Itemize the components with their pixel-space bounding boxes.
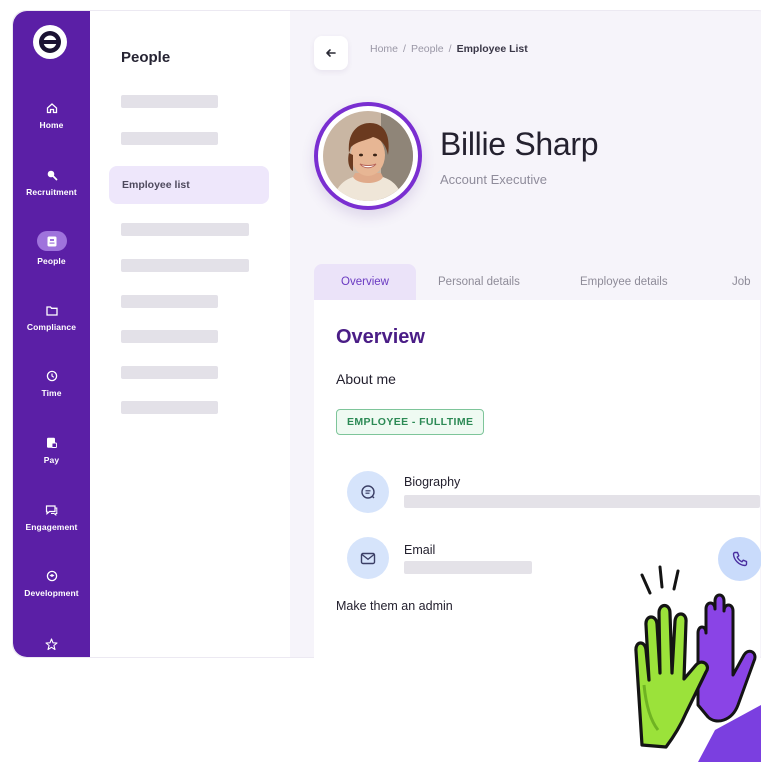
clock-icon (45, 369, 59, 383)
nav-time[interactable]: Time (13, 369, 90, 398)
high-five-hands-illustration (634, 565, 761, 762)
people-icon (36, 231, 67, 251)
home-icon (45, 101, 59, 115)
email-label: Email (404, 543, 436, 557)
biography-value-placeholder (404, 495, 760, 508)
nav-recruitment[interactable]: Recruitment (13, 168, 90, 197)
nav-home-label: Home (39, 120, 64, 130)
subnav-item-placeholder[interactable] (121, 223, 249, 236)
tab-employee-details[interactable]: Employee details (580, 264, 668, 300)
profile-name: Billie Sharp (440, 126, 599, 162)
chat-icon (45, 503, 59, 517)
avatar-photo (323, 111, 413, 201)
nav-pay-label: Pay (43, 455, 60, 465)
subnav-item-employee-list[interactable]: Employee list (109, 166, 269, 204)
app-logo[interactable] (33, 25, 67, 59)
breadcrumb-current: Employee List (456, 43, 528, 55)
nav-engagement-label: Engagement (25, 522, 78, 532)
arrow-left-icon (326, 49, 336, 57)
biography-icon (347, 471, 389, 513)
employment-type-badge: EMPLOYEE - FULLTIME (336, 409, 485, 435)
subnav-title: People (121, 49, 171, 66)
breadcrumb-home[interactable]: Home (370, 43, 398, 55)
biography-label: Biography (404, 475, 461, 489)
breadcrumb: Home / People / Employee List (370, 43, 528, 55)
nav-people-label: People (37, 256, 66, 266)
breadcrumb-people[interactable]: People (411, 43, 444, 55)
subnav-item-placeholder[interactable] (121, 366, 218, 379)
nav-people[interactable]: People (13, 231, 90, 266)
profile-role: Account Executive (440, 172, 547, 187)
tab-job[interactable]: Job (732, 264, 751, 300)
subnav-item-placeholder[interactable] (121, 330, 218, 343)
overview-title: Overview (336, 326, 425, 348)
nav-development[interactable]: Development (13, 569, 90, 598)
graduation-icon (45, 569, 59, 583)
subnav-item-placeholder[interactable] (121, 95, 218, 108)
subnav-item-placeholder[interactable] (121, 401, 218, 414)
about-me-heading: About me (336, 371, 396, 387)
folder-icon (45, 303, 59, 317)
nav-engagement[interactable]: Engagement (13, 503, 90, 532)
search-icon (45, 168, 59, 182)
nav-favorites[interactable] (13, 637, 90, 651)
email-icon (347, 537, 389, 579)
nav-compliance[interactable]: Compliance (13, 303, 90, 332)
nav-development-label: Development (24, 588, 79, 598)
subnav-item-placeholder[interactable] (121, 295, 218, 308)
profile-avatar (314, 102, 422, 210)
logo-icon (39, 31, 61, 53)
breadcrumb-separator: / (403, 43, 406, 55)
people-subnav: People Employee list (90, 11, 290, 657)
nav-time-label: Time (41, 388, 62, 398)
subnav-item-placeholder[interactable] (121, 259, 249, 272)
profile-tabs: Overview Personal details Employee detai… (314, 264, 754, 300)
tab-overview[interactable]: Overview (314, 264, 416, 300)
back-button[interactable] (314, 36, 348, 70)
nav-compliance-label: Compliance (26, 322, 77, 332)
breadcrumb-separator: / (448, 43, 452, 55)
main-nav-rail: Home Recruitment People Compliance Time (13, 11, 90, 657)
email-value-placeholder (404, 561, 532, 574)
subnav-item-placeholder[interactable] (121, 132, 218, 145)
nav-home[interactable]: Home (13, 101, 90, 130)
tab-personal-details[interactable]: Personal details (438, 264, 520, 300)
star-icon (45, 637, 59, 651)
pay-icon (45, 436, 59, 450)
nav-pay[interactable]: Pay (13, 436, 90, 465)
nav-recruitment-label: Recruitment (26, 187, 77, 197)
make-admin-label[interactable]: Make them an admin (336, 599, 453, 613)
